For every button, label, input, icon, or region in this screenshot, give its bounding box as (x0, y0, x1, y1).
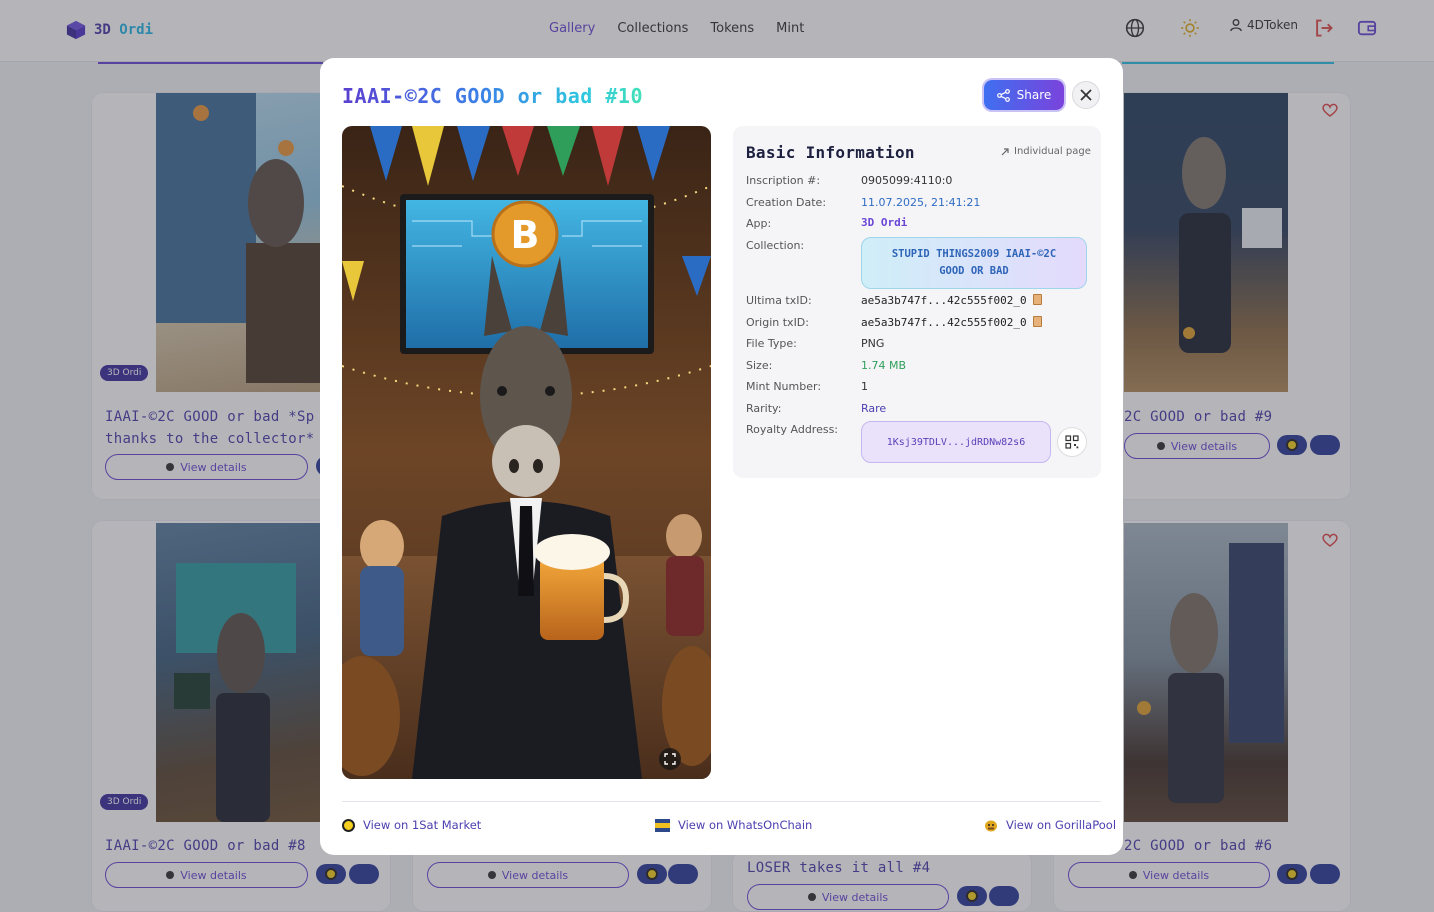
file-type-label: File Type: (746, 337, 797, 350)
external-link-icon (1001, 147, 1009, 155)
1sat-market-label: View on 1Sat Market (363, 818, 482, 832)
close-icon (1080, 89, 1092, 101)
inscription-value: 0905099:4110:0 (861, 174, 953, 187)
collection-badge[interactable]: STUPID THINGS2009 IAAI-©2C GOOD OR BAD (861, 237, 1087, 289)
mint-number-value: 1 (861, 380, 868, 393)
expand-icon (664, 753, 676, 765)
share-icon (996, 88, 1010, 102)
inscription-detail-modal: IAAI-©2C GOOD or bad #10 Share B Basic I… (320, 58, 1123, 855)
creation-date-label: Creation Date: (746, 196, 827, 209)
inscription-image[interactable]: B (342, 126, 711, 779)
royalty-address-value[interactable]: 1Ksj39TDLV...jdRDNw82s6 (861, 421, 1051, 463)
gorillapool-label: View on GorillaPool (1006, 818, 1117, 832)
ultima-txid-value: ae5a3b747f...42c555f002_0 (861, 294, 1027, 307)
basic-information-panel: Basic Information Individual page Inscri… (733, 126, 1101, 478)
creation-date-value: 11.07.2025, 21:41:21 (861, 196, 981, 209)
copy-clipboard-icon[interactable] (1032, 316, 1042, 327)
rarity-label: Rarity: (746, 402, 782, 415)
ultima-txid-label: Ultima txID: (746, 294, 812, 307)
rarity-value: Rare (861, 402, 887, 415)
view-on-gorillapool-link[interactable]: View on GorillaPool (984, 818, 1116, 832)
file-type-value: PNG (861, 337, 885, 350)
expand-image-button[interactable] (659, 748, 681, 770)
qr-code-button[interactable] (1057, 427, 1087, 457)
copy-clipboard-icon[interactable] (1032, 294, 1042, 305)
mint-number-label: Mint Number: (746, 380, 822, 393)
view-on-whatsonchain-link[interactable]: View on WhatsOnChain (655, 818, 812, 832)
share-button[interactable]: Share (984, 80, 1064, 110)
svg-text:B: B (511, 213, 540, 257)
royalty-address-label: Royalty Address: (746, 423, 839, 436)
close-button[interactable] (1072, 81, 1100, 109)
gorilla-icon (985, 820, 997, 831)
modal-title: IAAI-©2C GOOD or bad #10 (342, 84, 643, 108)
collection-label: Collection: (746, 239, 805, 252)
whatsonchain-label: View on WhatsOnChain (678, 818, 813, 832)
inscription-label: Inscription #: (746, 174, 821, 187)
1sat-market-icon (342, 818, 355, 832)
origin-txid-value: ae5a3b747f...42c555f002_0 (861, 316, 1027, 329)
origin-txid-label: Origin txID: (746, 316, 809, 329)
info-heading: Basic Information (746, 143, 915, 162)
share-label: Share (1016, 88, 1052, 102)
individual-page-link[interactable]: Individual page (1000, 146, 1091, 157)
whatsonchain-icon (655, 818, 670, 832)
app-value[interactable]: 3D Ordi (861, 216, 907, 229)
donkey-oktoberfest-artwork: B (342, 126, 711, 779)
footer-divider (342, 801, 1101, 802)
size-label: Size: (746, 359, 773, 372)
app-label: App: (746, 217, 772, 230)
qr-code-icon (1065, 435, 1079, 449)
view-on-1sat-market-link[interactable]: View on 1Sat Market (342, 818, 481, 832)
size-value: 1.74 MB (861, 359, 907, 372)
individual-page-label: Individual page (1014, 146, 1091, 157)
